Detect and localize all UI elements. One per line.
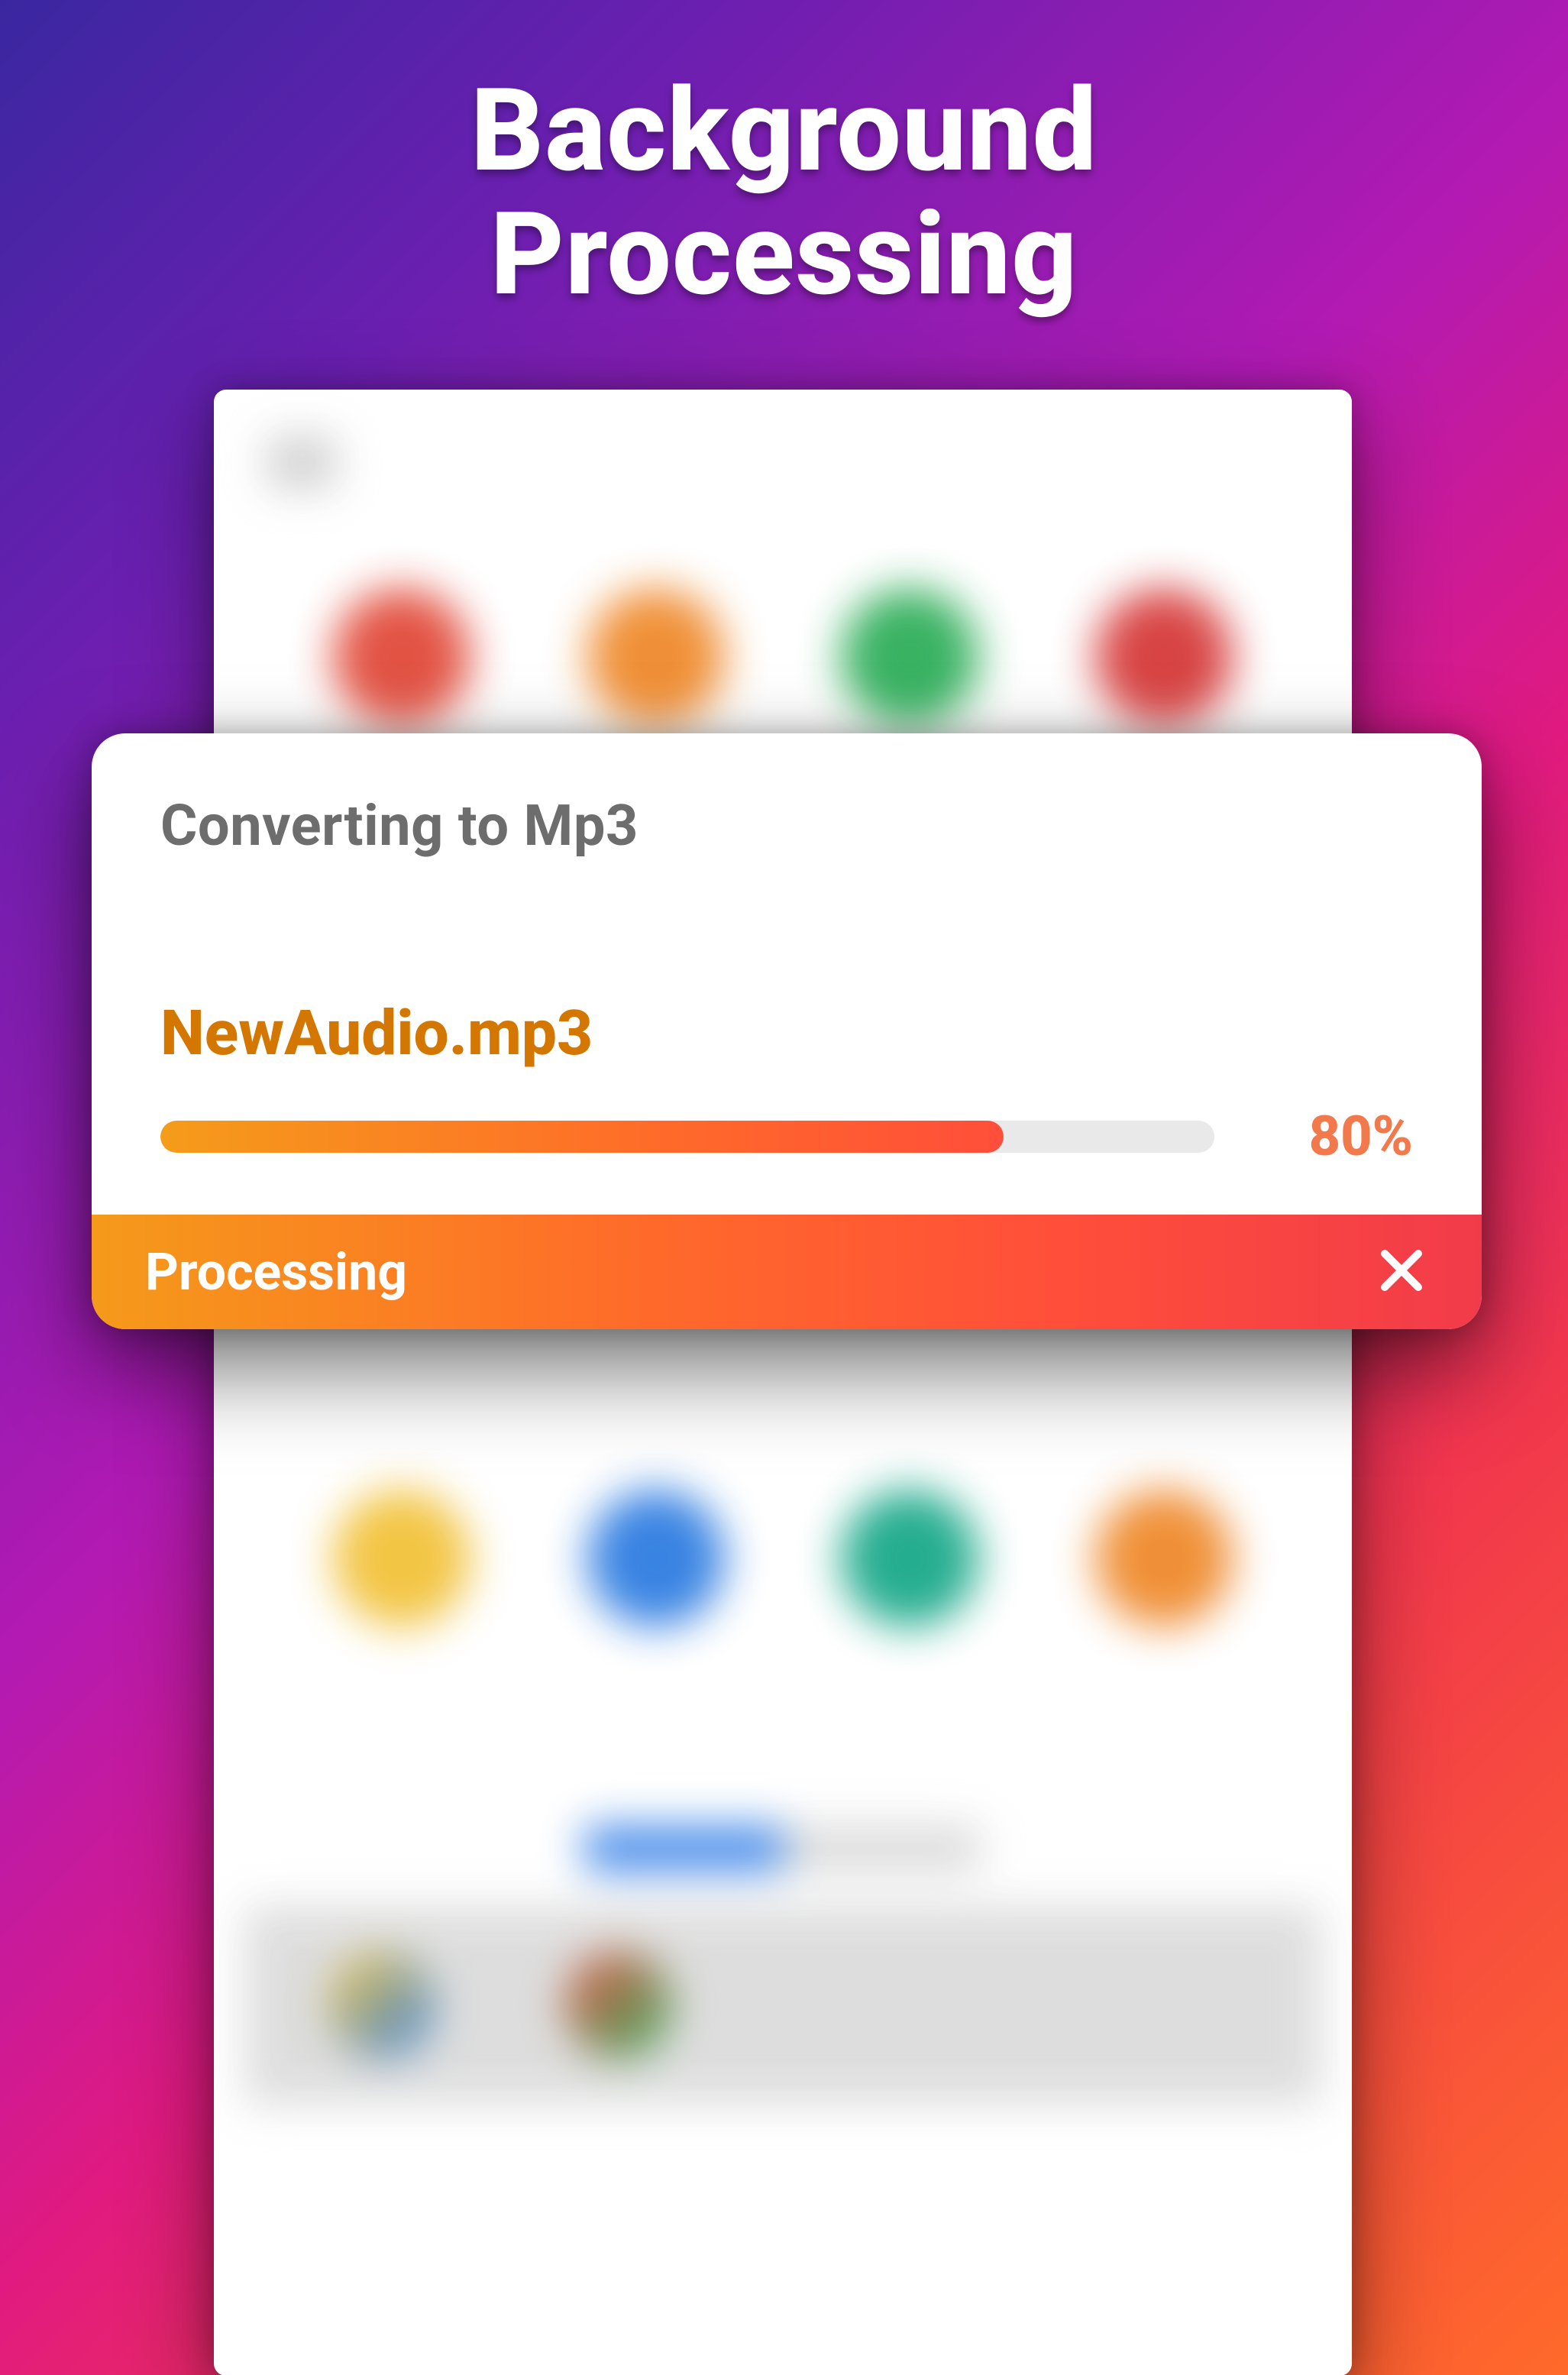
close-icon [1376, 1245, 1427, 1299]
promo-title-line1: Background [0, 69, 1568, 193]
close-button[interactable] [1367, 1238, 1436, 1306]
promo-stage: Background Processing [0, 0, 1568, 2375]
progress-row: 80% [160, 1104, 1413, 1169]
conversion-dialog: Converting to Mp3 NewAudio.mp3 80% Proce… [92, 733, 1482, 1329]
promo-title-line2: Processing [0, 193, 1568, 316]
footer-status-label: Processing [145, 1241, 407, 1302]
dialog-footer: Processing [92, 1215, 1482, 1329]
progress-bar [160, 1121, 1214, 1153]
dialog-title: Converting to Mp3 [160, 793, 1413, 859]
progress-percent-label: 80% [1260, 1104, 1413, 1169]
blurred-app-content [214, 390, 1352, 2375]
output-file-name: NewAudio.mp3 [160, 997, 1413, 1070]
progress-bar-fill [160, 1121, 1004, 1153]
dialog-body: Converting to Mp3 NewAudio.mp3 80% [92, 733, 1482, 1215]
promo-title: Background Processing [0, 69, 1568, 316]
background-app-window [214, 390, 1352, 2375]
